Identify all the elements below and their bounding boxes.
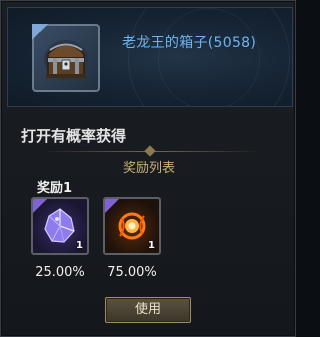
reward-chance: 75.00% (107, 265, 157, 280)
use-button[interactable]: 使用 (105, 297, 191, 323)
flame-orb-icon (118, 212, 146, 240)
divider-ornament-icon (144, 145, 156, 157)
treasure-chest-icon (44, 40, 88, 80)
reward-slot[interactable]: 1 (103, 197, 161, 255)
item-header: 老龙王的箱子(5058) (7, 7, 293, 107)
reward-slot[interactable]: 1 (31, 197, 89, 255)
open-chance-heading: 打开有概率获得 (21, 127, 127, 145)
reward-quantity: 1 (76, 240, 83, 251)
item-name: 老龙王的箱子(5058) (122, 35, 257, 51)
reward-preview-panel: 老龙王的箱子(5058) 打开有概率获得 奖励列表 奖励1 1 1 25.00%… (0, 0, 296, 337)
reward-list-label: 奖励列表 (122, 161, 175, 176)
reward-group-label: 奖励1 (37, 181, 73, 196)
reward-chance: 25.00% (35, 265, 85, 280)
purple-crystal-icon (44, 208, 75, 243)
reward-quantity: 1 (148, 240, 155, 251)
rune-decoration-inner (158, 8, 260, 106)
item-icon-frame (32, 24, 100, 92)
